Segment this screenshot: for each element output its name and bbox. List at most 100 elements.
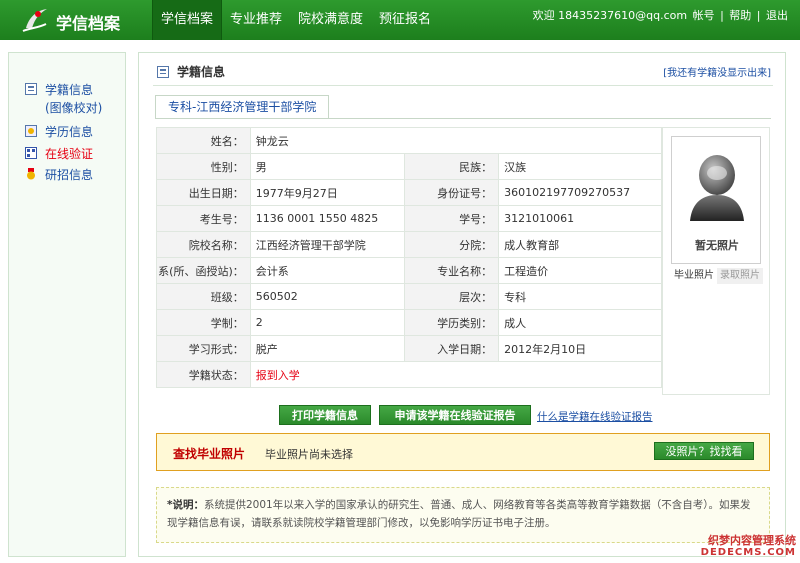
photo-box: 暂无照片 毕业照片 录取照片 — [662, 127, 770, 395]
certificate-icon — [25, 125, 37, 137]
divider — [153, 85, 773, 86]
field-label: 学历类别： — [404, 309, 500, 336]
field-branch: 成人教育部 — [498, 231, 662, 258]
divider — [155, 118, 771, 119]
field-student-number: 3121010061 — [498, 205, 662, 232]
photo-placeholder: 暂无照片 — [671, 136, 761, 264]
field-label: 班级： — [156, 283, 251, 310]
top-nav: 学信档案 专业推荐 院校满意度 预征报名 — [152, 0, 439, 40]
field-study-form: 脱产 — [249, 335, 406, 362]
divider: | — [720, 9, 724, 22]
field-label: 学习形式： — [156, 335, 251, 362]
enrollment-info-table: 姓名： 钟龙云 性别： 男 民族： 汉族 出生日期： 1977年9月27日 身份… — [156, 127, 663, 388]
table-row: 学籍状态： 报到入学 — [156, 361, 663, 388]
note-label: *说明： — [167, 499, 204, 511]
field-degree-type: 成人 — [498, 309, 662, 336]
medal-icon — [27, 168, 35, 180]
sidebar: 学籍信息 (图像校对) 学历信息 在线验证 研招信息 — [8, 52, 126, 557]
field-school: 江西经济管理干部学院 — [249, 231, 406, 258]
logo-icon — [22, 9, 47, 32]
brand-title: 学信档案 — [56, 14, 121, 33]
document-icon — [157, 65, 169, 78]
verify-icon — [25, 147, 37, 159]
field-status: 报到入学 — [249, 361, 663, 388]
field-label: 学号： — [404, 205, 500, 232]
no-photo-caption: 暂无照片 — [695, 239, 739, 252]
find-photo-bar: 查找毕业照片 毕业照片尚未选择 没照片？找找看 — [156, 433, 770, 471]
field-label: 身份证号： — [404, 179, 500, 206]
field-id-number: 360102197709270537 — [498, 179, 662, 206]
find-photo-title: 查找毕业照片 — [173, 447, 246, 461]
panel-title: 学籍信息 — [157, 63, 225, 80]
sidebar-item-label: 在线验证 — [45, 147, 94, 161]
panel-title-text: 学籍信息 — [177, 65, 226, 79]
note-box: *说明：系统提供2001年以来入学的国家承认的研究生、普通、成人、网络教育等各类… — [156, 487, 770, 543]
nav-school-satisfaction[interactable]: 院校满意度 — [290, 0, 371, 40]
field-study-length: 2 — [249, 309, 406, 336]
main-panel: 学籍信息 [我还有学籍没显示出来] 专科-江西经济管理干部学院 姓名： 钟龙云 … — [138, 52, 786, 557]
table-row: 系(所、函授站)： 会计系 专业名称： 工程造价 — [156, 257, 662, 284]
field-enroll-date: 2012年2月10日 — [498, 335, 662, 362]
field-label: 学制： — [156, 309, 251, 336]
what-is-report-link[interactable]: 什么是学籍在线验证报告 — [537, 409, 653, 424]
user-welcome: 欢迎 18435237610@qq.com — [532, 9, 688, 22]
nav-xuexin-archive[interactable]: 学信档案 — [152, 0, 223, 40]
account-link[interactable]: 帐号 — [693, 9, 715, 22]
divider: | — [756, 9, 761, 22]
watermark-line2: DEDECMS.COM — [700, 547, 796, 558]
table-row: 学习形式： 脱产 入学日期： 2012年2月10日 — [156, 335, 662, 362]
field-label: 分院： — [404, 231, 500, 258]
table-row: 出生日期： 1977年9月27日 身份证号： 36010219770927053… — [156, 179, 662, 206]
missing-record-link[interactable]: [我还有学籍没显示出来] — [663, 64, 771, 79]
watermark-line1: 织梦内容管理系统 — [708, 534, 796, 547]
sidebar-item-label: 研招信息 — [45, 168, 94, 182]
help-link[interactable]: 帮助 — [729, 9, 751, 22]
field-birth: 1977年9月27日 — [249, 179, 406, 206]
table-row: 班级： 560502 层次： 专科 — [156, 283, 662, 310]
sidebar-item-postgrad-info[interactable]: 研招信息 — [25, 166, 93, 184]
top-bar: 学信档案 学信档案 专业推荐 院校满意度 预征报名 欢迎 18435237610… — [0, 0, 800, 40]
print-enrollment-button[interactable]: 打印学籍信息 — [279, 405, 371, 425]
field-level: 专科 — [498, 283, 662, 310]
find-photo-button[interactable]: 没照片？找找看 — [654, 442, 754, 460]
sidebar-item-online-verify[interactable]: 在线验证 — [25, 145, 93, 163]
user-bar: 欢迎 18435237610@qq.com 帐号 | 帮助 | 退出 — [531, 7, 788, 23]
nav-pre-enlist[interactable]: 预征报名 — [371, 0, 439, 40]
apply-verify-report-button[interactable]: 申请该学籍在线验证报告 — [379, 405, 531, 425]
find-photo-message: 毕业照片尚未选择 — [265, 448, 353, 461]
table-row: 姓名： 钟龙云 — [156, 127, 663, 154]
field-label: 层次： — [404, 283, 500, 310]
sidebar-item-label: 学历信息 — [45, 125, 94, 139]
field-label: 入学日期： — [404, 335, 500, 362]
field-label: 专业名称： — [404, 257, 500, 284]
field-label: 出生日期： — [156, 179, 251, 206]
sidebar-item-enrollment-info[interactable]: 学籍信息 (图像校对) — [25, 81, 102, 117]
watermark: 织梦内容管理系统 DEDECMS.COM — [701, 535, 796, 559]
field-gender: 男 — [249, 153, 406, 180]
field-label: 系(所、函授站)： — [156, 257, 251, 284]
field-label: 学籍状态： — [156, 361, 251, 388]
field-label: 民族： — [404, 153, 500, 180]
table-row: 性别： 男 民族： 汉族 — [156, 153, 662, 180]
field-name: 钟龙云 — [249, 127, 663, 154]
sidebar-item-sublabel: (图像校对) — [45, 101, 103, 115]
field-label: 考生号： — [156, 205, 251, 232]
table-row: 考生号： 1136 0001 1550 4825 学号： 3121010061 — [156, 205, 662, 232]
sidebar-item-label: 学籍信息 — [45, 83, 94, 97]
field-exam-number: 1136 0001 1550 4825 — [249, 205, 406, 232]
note-text: 系统提供2001年以来入学的国家承认的研究生、普通、成人、网络教育等各类高等教育… — [167, 499, 751, 529]
field-major: 工程造价 — [498, 257, 662, 284]
tab-graduation-photo[interactable]: 毕业照片 — [671, 268, 717, 284]
table-row: 院校名称： 江西经济管理干部学院 分院： 成人教育部 — [156, 231, 662, 258]
nav-major-recommend[interactable]: 专业推荐 — [222, 0, 290, 40]
field-label: 院校名称： — [156, 231, 251, 258]
tab-enrollment-record[interactable]: 专科-江西经济管理干部学院 — [155, 95, 330, 119]
tab-admission-photo[interactable]: 录取照片 — [717, 268, 763, 284]
sidebar-item-degree-info[interactable]: 学历信息 — [25, 123, 93, 141]
table-row: 学制： 2 学历类别： 成人 — [156, 309, 662, 336]
logout-link[interactable]: 退出 — [766, 9, 788, 22]
field-label: 性别： — [156, 153, 251, 180]
avatar-placeholder-icon — [690, 155, 744, 221]
document-icon — [25, 83, 37, 95]
field-department: 会计系 — [249, 257, 406, 284]
